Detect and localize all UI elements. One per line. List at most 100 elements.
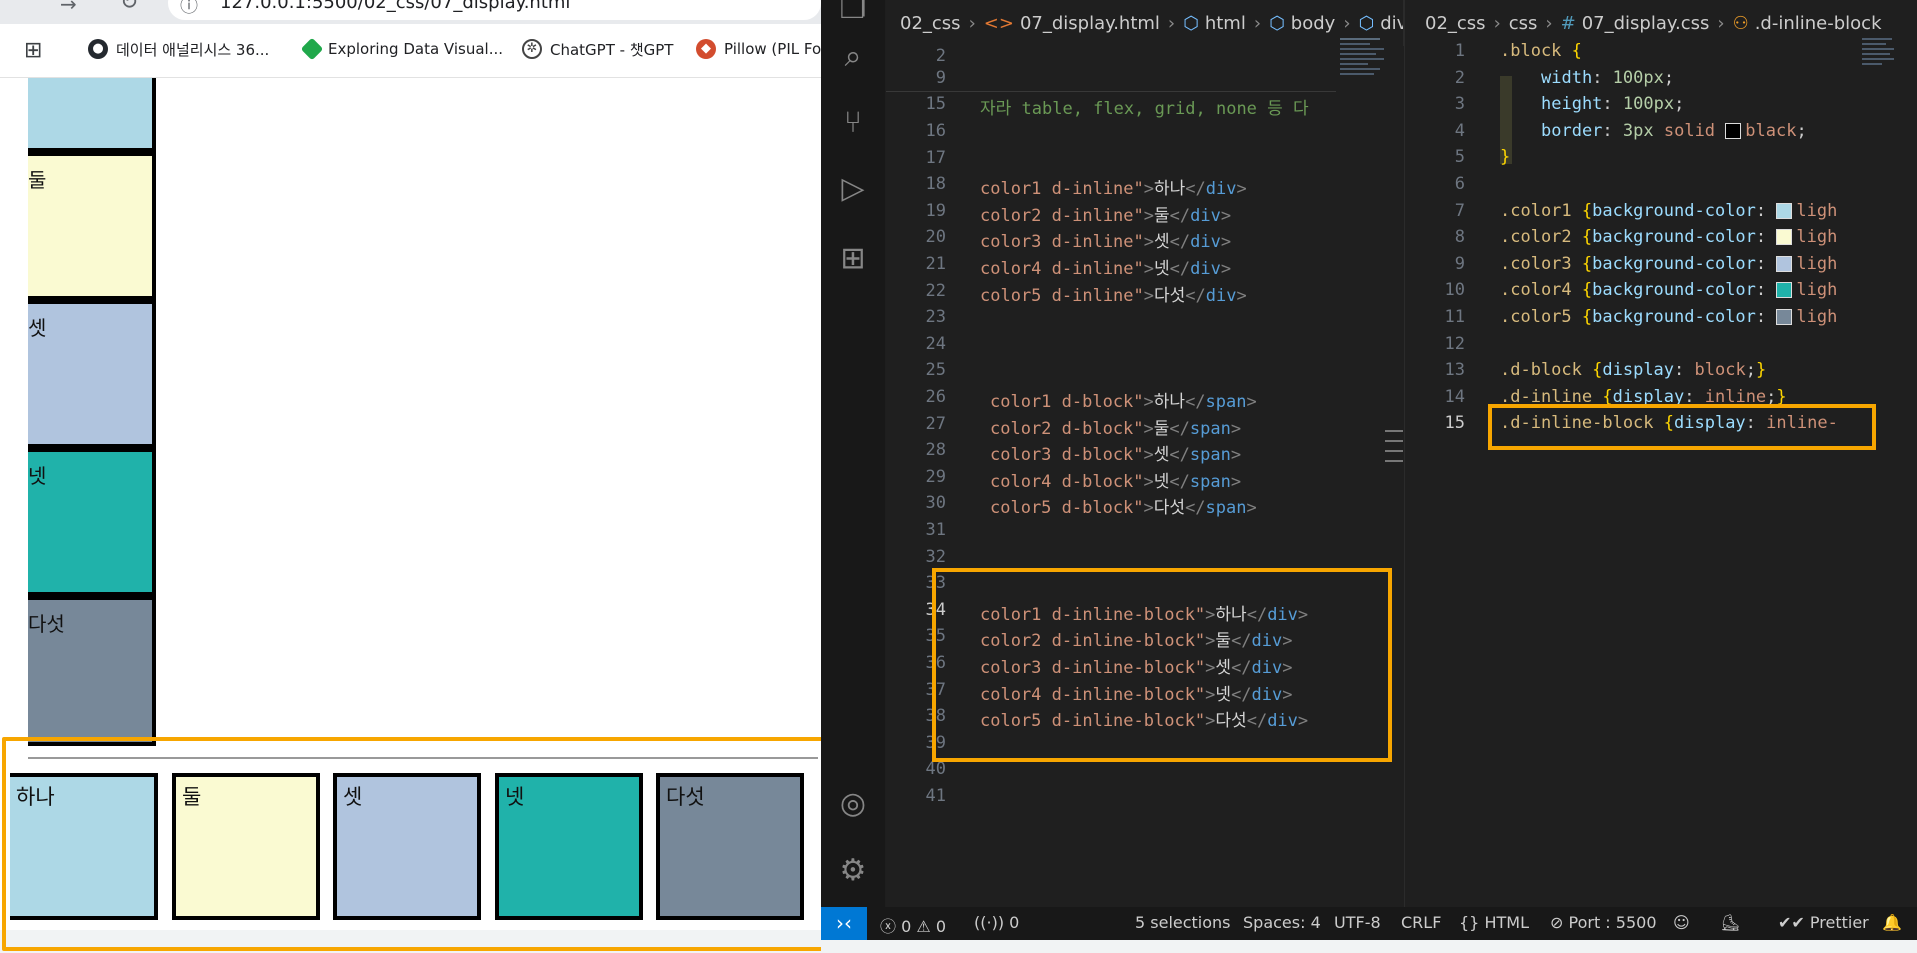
bookmark-item[interactable]: ✲ ChatGPT - 챗GPT [522, 36, 673, 62]
color-swatch-icon[interactable] [1776, 282, 1793, 299]
minimap-left[interactable] [1340, 38, 1400, 118]
css-colon: : [1755, 227, 1777, 248]
url-text[interactable]: 127.0.0.1:5500/02_css/07_display.html [220, 0, 570, 13]
sticky-scroll: 2 9 [886, 46, 1336, 92]
code-line: color4 d-block">넷</span> [990, 467, 1241, 492]
tag-bracket: </ [1169, 445, 1190, 466]
attr-value: color2 d-block" [990, 418, 1144, 439]
breadcrumb-item[interactable]: css [1509, 13, 1538, 34]
code-line: color1 d-inline">하나</div> [980, 174, 1247, 199]
notifications-bell-icon[interactable]: 🔔 [1882, 913, 1902, 932]
minimap-right[interactable] [1862, 38, 1898, 118]
css-property: background-color [1592, 280, 1756, 301]
css-colon: : [1602, 94, 1623, 115]
language-mode[interactable]: {} HTML [1459, 913, 1529, 932]
bookmark-item[interactable]: ◆ Pillow (PIL For [696, 36, 821, 62]
line-number: 18 [925, 174, 946, 195]
prettier-indicator[interactable]: ✔✔ Prettier [1778, 913, 1869, 932]
tag-bracket: > [1246, 392, 1257, 412]
source-control-icon[interactable]: ⑂ [836, 106, 870, 140]
css-value: ligh [1796, 227, 1838, 248]
search-icon[interactable]: ⌕ [836, 40, 870, 74]
bookmark-item[interactable]: Exploring Data Visual... [300, 36, 503, 62]
line-number: 32 [925, 546, 946, 567]
line-number: 14 [1444, 386, 1465, 407]
element-text: 하나 [1154, 179, 1186, 200]
element-text: 넷 [1154, 259, 1170, 279]
css-brace: } [1500, 147, 1511, 168]
settings-gear-icon[interactable]: ⚙ [836, 854, 870, 888]
tag-name: span [1189, 471, 1231, 492]
css-selector: .color2 [1500, 227, 1582, 248]
block-box-2: 둘 [28, 152, 156, 300]
line-number: 21 [925, 254, 946, 274]
css-number: 100px [1612, 67, 1664, 88]
breadcrumb-item[interactable]: html [1205, 13, 1246, 34]
sneaker-icon[interactable]: ⛸ [1720, 913, 1740, 932]
breadcrumb-item[interactable]: body [1291, 13, 1336, 34]
line-number: 2 [935, 46, 946, 66]
breadcrumb-item[interactable]: 02_css [900, 13, 961, 34]
css-brace: { [1581, 227, 1593, 248]
reload-icon[interactable]: ↻ [120, 0, 138, 15]
css-property: display [1602, 360, 1675, 381]
account-icon[interactable]: ◎ [836, 787, 870, 821]
element-text: 다섯 [1153, 498, 1186, 519]
line-number: 15 [1444, 413, 1465, 434]
ports-indicator[interactable]: ((·)) 0 [974, 913, 1019, 932]
block-box-label: 다섯 [28, 612, 65, 636]
attr-value: color5 d-block" [990, 498, 1144, 519]
scrollbar-marker[interactable] [1385, 430, 1405, 480]
css-code-line: .color4 {background-color: ligh [1500, 280, 1837, 300]
breadcrumb-item[interactable]: .d-inline-block [1755, 13, 1882, 34]
bookmark-label: 데이터 애널리시스 36... [116, 40, 270, 59]
color-swatch-icon[interactable] [1776, 309, 1793, 325]
error-icon: ⓧ [880, 917, 897, 936]
explorer-icon[interactable]: ❐ [836, 0, 870, 26]
breadcrumb-item[interactable]: div.blc [1380, 13, 1404, 34]
indentation-indicator[interactable]: Spaces: 4 [1243, 913, 1321, 932]
tag-bracket: </ [1185, 179, 1206, 200]
element-text: 셋 [1153, 445, 1170, 466]
code-line: color1 d-block">하나</span> [990, 387, 1257, 412]
css-colon: : [1755, 200, 1777, 221]
encoding-indicator[interactable]: UTF-8 [1334, 913, 1381, 932]
tag-name: span [1189, 418, 1231, 439]
color-swatch-icon[interactable] [1776, 255, 1793, 272]
line-number: 22 [925, 280, 946, 301]
error-count: 0 [901, 917, 912, 936]
code-line: color3 d-block">셋</span> [990, 440, 1241, 465]
css-code-line: .color5 {background-color: ligh [1500, 307, 1837, 327]
attr-value: color4 d-block" [990, 471, 1144, 492]
css-number: 100px [1622, 94, 1675, 115]
css-editor[interactable] [1405, 46, 1917, 907]
selector-icon: ⚇ [1732, 12, 1749, 34]
block-box-label: 넷 [28, 464, 47, 488]
live-server-port[interactable]: ⊘ Port : 5500 [1550, 913, 1657, 932]
problems-indicator[interactable]: ⓧ 0 ⚠ 0 [880, 913, 946, 937]
element-icon: ⬡ [1269, 12, 1285, 34]
css-value: ligh [1796, 253, 1838, 274]
bookmark-item[interactable]: ● 데이터 애널리시스 36... [88, 36, 269, 62]
breadcrumb-item[interactable]: 02_css [1425, 13, 1486, 34]
forward-icon[interactable]: → [60, 0, 77, 16]
breadcrumb-item[interactable]: 07_display.css [1582, 13, 1710, 34]
selections-indicator[interactable]: 5 selections [1135, 913, 1231, 932]
prettier-label: Prettier [1809, 913, 1869, 932]
breadcrumb-item[interactable]: 07_display.html [1020, 13, 1160, 34]
site-info-icon[interactable]: ⓘ [180, 0, 198, 18]
remote-indicator-icon[interactable]: ›‹ [821, 907, 867, 940]
attr-value: color3 d-block" [990, 445, 1144, 466]
line-number: 2 [1454, 67, 1465, 88]
color-swatch-icon[interactable] [1776, 202, 1793, 219]
run-debug-icon[interactable]: ▷ [836, 172, 870, 206]
extensions-icon[interactable]: ⊞ [836, 242, 870, 276]
apps-grid-icon[interactable]: ⊞ [24, 38, 42, 63]
color-swatch-icon[interactable] [1776, 229, 1793, 246]
css-selector: .color5 [1500, 307, 1582, 327]
copilot-icon[interactable]: ☺ [1673, 913, 1690, 932]
tag-bracket: </ [1169, 259, 1191, 279]
eol-indicator[interactable]: CRLF [1401, 913, 1441, 932]
color-swatch-icon[interactable] [1725, 122, 1742, 139]
css-property: background-color [1592, 307, 1756, 327]
